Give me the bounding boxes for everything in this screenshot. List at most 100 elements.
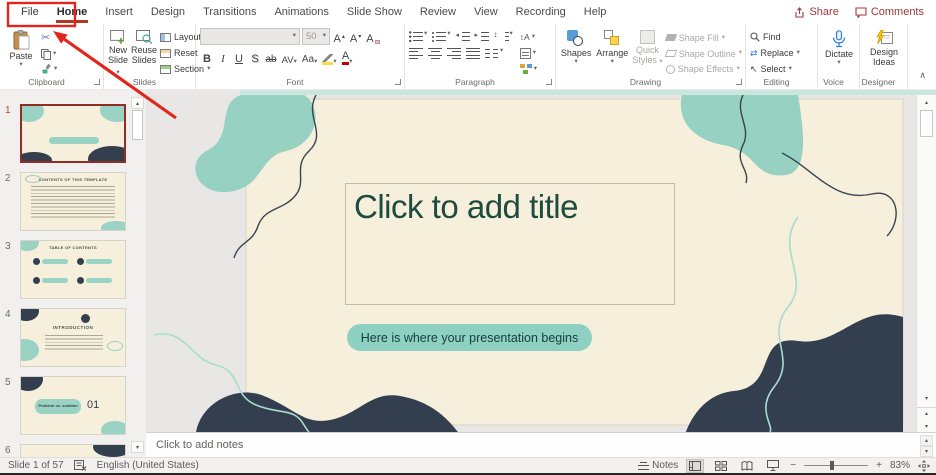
copy-button[interactable]: ▾ <box>41 48 57 61</box>
menu-tab-transitions[interactable]: Transitions <box>194 1 265 23</box>
clear-formatting-button[interactable]: A <box>365 29 381 45</box>
thumbnail-scroll-up-button[interactable]: ▴ <box>131 97 144 109</box>
notes-placeholder[interactable]: Click to add notes <box>156 439 243 451</box>
shrink-font-button[interactable]: A ▾ <box>348 29 362 45</box>
clipboard-dialog-launcher[interactable] <box>94 79 100 85</box>
align-center-button[interactable] <box>428 48 442 59</box>
comments-button[interactable]: Comments <box>855 6 924 18</box>
title-placeholder[interactable]: Click to add title <box>345 183 675 305</box>
slide-editor-area[interactable]: Click to add title Here is where your pr… <box>146 95 916 432</box>
normal-view-button[interactable] <box>686 458 705 473</box>
previous-slide-button[interactable]: ▴ <box>917 407 936 419</box>
columns-button[interactable]: ▾ <box>485 47 503 59</box>
arrange-button[interactable]: Arrange ▾ <box>595 28 629 76</box>
underline-button[interactable]: U <box>232 49 246 65</box>
paste-dropdown-icon[interactable]: ▾ <box>19 62 22 69</box>
zoom-in-button[interactable]: + <box>876 460 882 471</box>
menu-tab-slideshow[interactable]: Slide Show <box>338 1 411 23</box>
zoom-level[interactable]: 83% <box>890 460 910 471</box>
font-dialog-launcher[interactable] <box>395 79 401 85</box>
notes-toggle-button[interactable]: Notes <box>638 460 678 471</box>
format-painter-button[interactable]: ▾ <box>41 63 57 76</box>
paragraph-dialog-launcher[interactable] <box>546 79 552 85</box>
thumbnail-image-slide-6[interactable] <box>20 444 126 457</box>
grow-font-button[interactable]: A ▴ <box>332 29 346 45</box>
cut-button[interactable]: ✂ <box>41 32 57 45</box>
collapse-ribbon-button[interactable]: ∧ <box>908 24 936 89</box>
notes-scroll-down-button[interactable]: ▾ <box>920 446 933 457</box>
drawing-dialog-launcher[interactable] <box>736 79 742 85</box>
slide-sorter-view-button[interactable] <box>712 459 730 473</box>
scroll-up-button[interactable]: ▴ <box>917 95 936 109</box>
line-spacing-button[interactable]: ↕ ▾ <box>494 30 513 42</box>
numbering-button[interactable]: ▾ <box>432 30 451 42</box>
thumbnail-image-slide-1[interactable] <box>20 104 126 163</box>
fit-slide-to-window-icon[interactable] <box>918 459 930 472</box>
strikethrough-button[interactable]: ab <box>264 49 278 65</box>
change-case-button[interactable]: Aa ▾ <box>300 49 319 65</box>
text-shadow-button[interactable]: S <box>248 49 262 65</box>
menu-tab-insert[interactable]: Insert <box>96 1 142 23</box>
bullets-button[interactable]: ▾ <box>409 30 427 42</box>
font-color-button[interactable]: A ▾ <box>340 49 354 65</box>
thumbnail-scroll-down-button[interactable]: ▾ <box>131 441 144 453</box>
align-right-button[interactable] <box>447 48 461 59</box>
thumbnail-image-slide-5[interactable]: Problem vs. solution 01 <box>20 376 126 435</box>
subtitle-pill[interactable]: Here is where your presentation begins <box>347 324 592 351</box>
thumbnail-slide-5[interactable]: 5 Problem vs. solution 01 <box>0 376 146 438</box>
find-button[interactable]: Find <box>750 30 814 44</box>
scroll-down-button[interactable]: ▾ <box>917 392 936 405</box>
replace-button[interactable]: ⇄ Replace ▾ <box>750 46 814 60</box>
vertical-scrollbar[interactable]: ▴ ▾ ▴ ▾ <box>916 95 936 432</box>
menu-tab-home[interactable]: Home <box>48 1 97 23</box>
thumbnail-slide-6[interactable]: 6 <box>0 444 146 457</box>
thumbnail-image-slide-3[interactable]: TABLE OF CONTENTS <box>20 240 126 299</box>
slideshow-view-button[interactable] <box>764 459 782 473</box>
text-direction-button[interactable]: ↕A ▾ <box>520 30 537 44</box>
menu-tab-help[interactable]: Help <box>575 1 616 23</box>
menu-tab-design[interactable]: Design <box>142 1 194 23</box>
italic-button[interactable]: I <box>216 49 230 65</box>
select-button[interactable]: ↖ Select ▾ <box>750 62 814 76</box>
new-slide-button[interactable]: New Slide ▾ <box>108 28 128 76</box>
menu-tab-file[interactable]: File <box>12 1 48 23</box>
zoom-out-button[interactable]: − <box>790 460 796 471</box>
thumbnail-image-slide-2[interactable]: CONTENTS OF THIS TEMPLATE <box>20 172 126 231</box>
design-ideas-button[interactable]: Design Ideas <box>864 28 904 76</box>
text-highlight-button[interactable]: ▾ <box>321 49 338 65</box>
shapes-button[interactable]: Shapes ▾ <box>560 28 592 76</box>
dictate-button[interactable]: Dictate ▾ <box>822 28 856 76</box>
scrollbar-thumb[interactable] <box>920 110 933 137</box>
paste-button[interactable]: Paste ▾ <box>4 28 38 76</box>
increase-indent-button[interactable]: ▸ <box>474 31 489 42</box>
menu-tab-view[interactable]: View <box>465 1 507 23</box>
thumbnail-image-slide-4[interactable]: INTRODUCTION <box>20 308 126 367</box>
shape-effects-button[interactable]: Shape Effects ▾ <box>665 62 742 76</box>
next-slide-button[interactable]: ▾ <box>917 420 936 432</box>
thumbnail-scrollbar-thumb[interactable] <box>132 110 143 140</box>
reuse-slides-button[interactable]: Reuse Slides <box>131 28 157 76</box>
menu-tab-review[interactable]: Review <box>411 1 465 23</box>
language-indicator[interactable]: English (United States) <box>97 460 199 471</box>
notes-pane[interactable]: Click to add notes ▴ ▾ <box>146 432 936 457</box>
menu-tab-animations[interactable]: Animations <box>265 1 337 23</box>
menu-tab-recording[interactable]: Recording <box>507 1 575 23</box>
character-spacing-button[interactable]: AV ▾ <box>280 49 298 65</box>
spell-check-icon[interactable] <box>73 460 87 471</box>
shape-fill-button[interactable]: Shape Fill ▾ <box>664 31 742 45</box>
font-name-combo[interactable]: ▾ <box>200 28 300 45</box>
font-size-combo[interactable]: 50 ▾ <box>302 28 330 45</box>
thumbnail-slide-2[interactable]: 2 CONTENTS OF THIS TEMPLATE <box>0 172 146 234</box>
reading-view-button[interactable] <box>738 459 756 473</box>
thumbnail-slide-4[interactable]: 4 INTRODUCTION <box>0 308 146 370</box>
thumbnail-slide-1[interactable]: 1 <box>0 104 146 166</box>
align-left-button[interactable] <box>409 48 423 59</box>
notes-scroll-up-button[interactable]: ▴ <box>920 435 933 446</box>
shape-outline-button[interactable]: Shape Outline ▾ <box>664 47 742 61</box>
align-text-button[interactable]: ▾ <box>519 46 537 60</box>
quick-styles-button[interactable]: Quick Styles ▾ <box>632 28 663 76</box>
share-button[interactable]: Share <box>794 6 839 18</box>
justify-button[interactable] <box>466 48 480 59</box>
convert-to-smartart-button[interactable]: ▾ <box>519 62 537 76</box>
bold-button[interactable]: B <box>200 49 214 65</box>
